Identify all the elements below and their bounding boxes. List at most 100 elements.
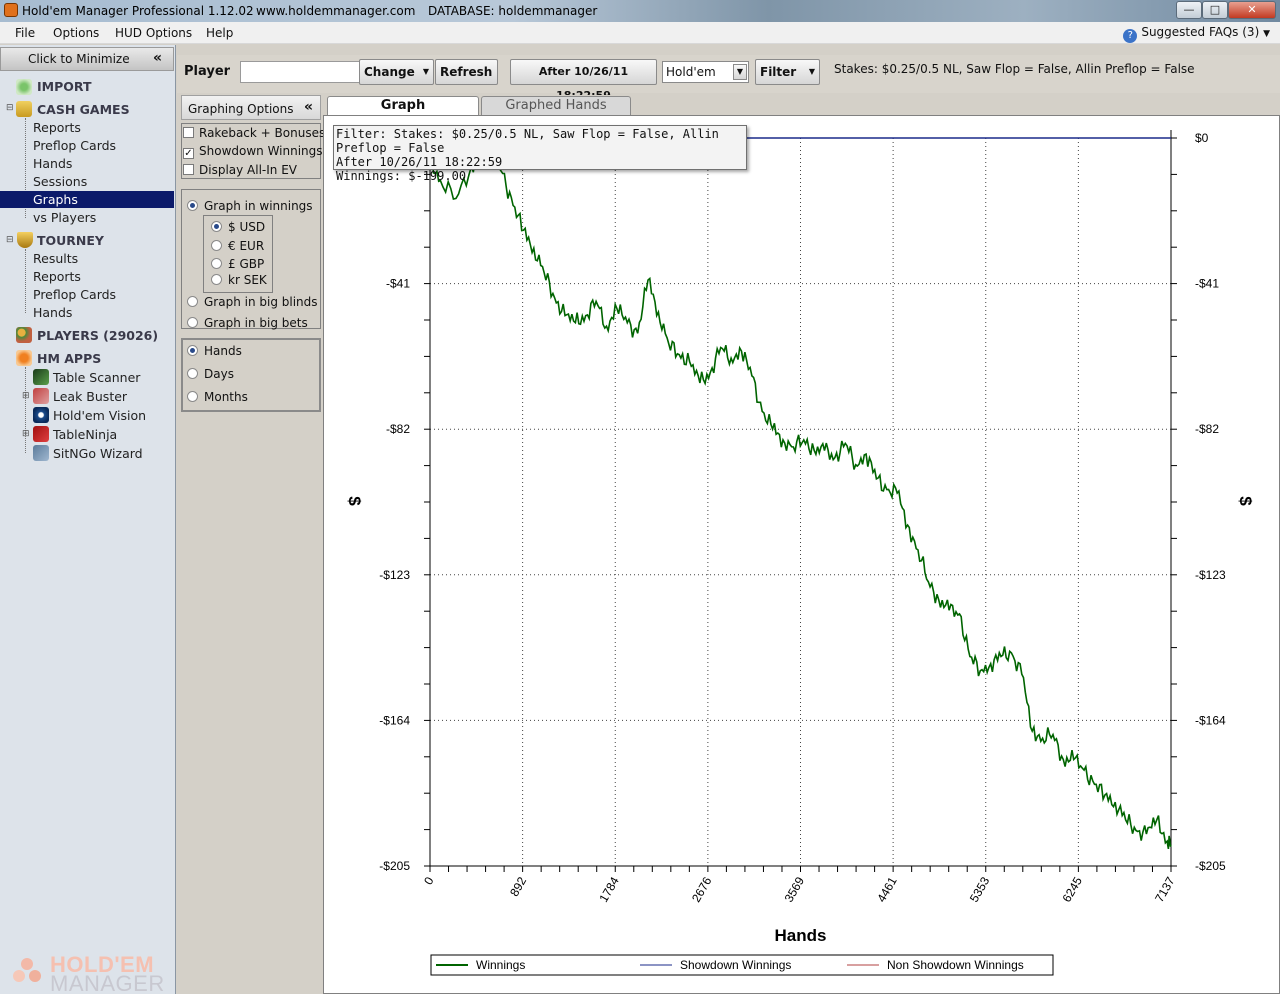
tab-graph[interactable]: Graph: [327, 96, 479, 115]
sidebar-cash-games[interactable]: CASH GAMES: [37, 102, 130, 117]
legend-showdown-winnings-label: Showdown Winnings: [680, 958, 791, 972]
app-leak-buster[interactable]: Leak Buster: [53, 389, 127, 404]
minimize-panel-button[interactable]: Click to Minimize «: [0, 47, 174, 71]
big-bets-radio[interactable]: Graph in big bets: [187, 316, 308, 330]
x-tick-label: 7137: [1152, 874, 1178, 904]
graph-winnings-radio[interactable]: Graph in winnings: [187, 199, 313, 213]
chevron-down-icon[interactable]: ▼: [733, 64, 747, 80]
allin-ev-checkbox[interactable]: Display All-In EV: [183, 163, 297, 177]
y-tick-label-left: -$123: [379, 568, 410, 582]
player-input[interactable]: [240, 61, 360, 83]
navigation-panel: [0, 45, 176, 994]
graphing-options-panel: Graphing Options « Rakeback + Bonuses ✓ S…: [177, 95, 325, 994]
filter-dropdown-icon: ▼: [808, 67, 815, 76]
winnings-chart: $0 $0 -$41 -$41 -$82 -$82 -$123 -$123 -$164 -$164…: [345, 130, 1255, 976]
sidebar-tourney-reports[interactable]: Reports: [33, 269, 81, 284]
currency-gbp-label: £ GBP: [228, 257, 265, 271]
x-tick-label: 5353: [967, 874, 993, 904]
showdown-checkbox[interactable]: ✓ Showdown Winnings: [183, 144, 323, 159]
radio-icon: [187, 368, 198, 379]
x-tick-label: 1784: [596, 874, 622, 904]
collapse-options-icon[interactable]: «: [304, 99, 313, 115]
filter-label: Filter: [760, 65, 797, 79]
collapse-icon: «: [153, 50, 163, 66]
minimize-window-button[interactable]: —: [1176, 1, 1202, 19]
menu-help[interactable]: Help: [206, 26, 233, 40]
sidebar-cash-sessions[interactable]: Sessions: [33, 174, 87, 189]
graph-panel: $0 $0 -$41 -$41 -$82 -$82 -$123 -$123 -$164 -$164…: [323, 115, 1280, 994]
radio-selected-icon: [187, 345, 198, 356]
sidebar-hm-apps[interactable]: HM APPS: [37, 351, 101, 366]
y-axis-title-left: $: [345, 496, 364, 506]
game-select[interactable]: Hold'em ▼: [662, 61, 749, 83]
tab-graphed-hands[interactable]: Graphed Hands: [481, 96, 631, 115]
date-filter-button[interactable]: After 10/26/11 18:22:59: [510, 59, 657, 102]
y-tick-label-right: -$82: [1195, 422, 1219, 436]
faq-label: Suggested FAQs (3): [1141, 25, 1260, 39]
y-tick-label-left: -$82: [386, 422, 410, 436]
menu-hud-options[interactable]: HUD Options: [115, 26, 192, 40]
radio-icon: [211, 274, 222, 285]
app-table-scanner[interactable]: Table Scanner: [53, 370, 140, 385]
legend-winnings-label: Winnings: [476, 958, 525, 972]
change-button[interactable]: Change ▼: [359, 59, 434, 85]
x-tick-label: 892: [507, 874, 529, 899]
cash-games-collapse-icon[interactable]: ⊟: [6, 103, 14, 113]
currency-sek-radio[interactable]: kr SEK: [211, 273, 267, 287]
rakeback-checkbox[interactable]: Rakeback + Bonuses: [183, 126, 325, 140]
radio-selected-icon: [187, 200, 198, 211]
currency-usd-radio[interactable]: $ USD: [211, 220, 265, 234]
trophy-icon: [17, 232, 33, 248]
radio-icon: [211, 258, 222, 269]
window-title: Hold'em Manager Professional 1.12.02: [22, 4, 254, 18]
sidebar-cash-vs-players[interactable]: vs Players: [33, 210, 96, 225]
title-bar: Hold'em Manager Professional 1.12.02 www…: [0, 0, 1280, 22]
x-mode-months-radio[interactable]: Months: [187, 390, 248, 404]
tourney-collapse-icon[interactable]: ⊟: [6, 235, 14, 245]
filter-button[interactable]: Filter ▼: [755, 59, 820, 85]
maximize-window-button[interactable]: □: [1202, 1, 1228, 19]
showdown-label: Showdown Winnings: [199, 144, 323, 158]
sidebar-cash-graphs[interactable]: Graphs: [33, 192, 78, 207]
graph-winnings-label: Graph in winnings: [204, 199, 313, 213]
winnings-line: [429, 145, 1172, 850]
sidebar-tourney-hands[interactable]: Hands: [33, 305, 72, 320]
currency-eur-label: € EUR: [228, 239, 265, 253]
sidebar-tourney-preflop-cards[interactable]: Preflop Cards: [33, 287, 116, 302]
menu-file[interactable]: File: [15, 26, 35, 40]
app-holdem-vision[interactable]: Hold'em Vision: [53, 408, 146, 423]
y-tick-label-right: $0: [1195, 131, 1209, 145]
menu-bar: File Options HUD Options Help ? Suggested…: [0, 22, 1280, 44]
currency-eur-radio[interactable]: € EUR: [211, 239, 264, 253]
window-site: www.holdemmanager.com: [256, 4, 416, 18]
x-tick-label: 4461: [874, 874, 900, 904]
allin-check-icon: [183, 164, 194, 175]
logo-text-manager: MANAGER: [50, 971, 165, 994]
sidebar-tourney[interactable]: TOURNEY: [37, 233, 104, 248]
sitngo-wizard-icon: [33, 445, 49, 461]
suggested-faqs[interactable]: ? Suggested FAQs (3) ▼: [1123, 25, 1270, 43]
menu-options[interactable]: Options: [53, 26, 99, 40]
refresh-button[interactable]: Refresh: [435, 59, 498, 85]
players-icon: [16, 327, 32, 343]
sidebar-cash-hands[interactable]: Hands: [33, 156, 72, 171]
sidebar-tourney-results[interactable]: Results: [33, 251, 78, 266]
big-blinds-radio[interactable]: Graph in big blinds: [187, 295, 318, 309]
x-mode-hands-radio[interactable]: Hands: [187, 344, 242, 358]
currency-gbp-radio[interactable]: £ GBP: [211, 257, 264, 271]
sidebar-cash-reports[interactable]: Reports: [33, 120, 81, 135]
app-sitngo-wizard[interactable]: SitNGo Wizard: [53, 446, 143, 461]
close-window-button[interactable]: ✕: [1228, 1, 1276, 19]
sidebar-cash-preflop-cards[interactable]: Preflop Cards: [33, 138, 116, 153]
holdem-vision-icon: [33, 407, 49, 423]
leak-buster-expand-icon[interactable]: ⊞: [22, 391, 30, 401]
tableninja-expand-icon[interactable]: ⊞: [22, 429, 30, 439]
sidebar-players[interactable]: PLAYERS (29026): [37, 328, 158, 343]
y-tick-label-left: -$164: [379, 713, 410, 727]
app-tableninja[interactable]: TableNinja: [53, 427, 117, 442]
sidebar-import[interactable]: IMPORT: [37, 79, 91, 94]
radio-icon: [211, 240, 222, 251]
graphing-options-title: Graphing Options: [188, 102, 294, 116]
holdem-manager-logo: HOLD'EM MANAGER: [10, 952, 172, 994]
x-mode-days-radio[interactable]: Days: [187, 367, 234, 381]
